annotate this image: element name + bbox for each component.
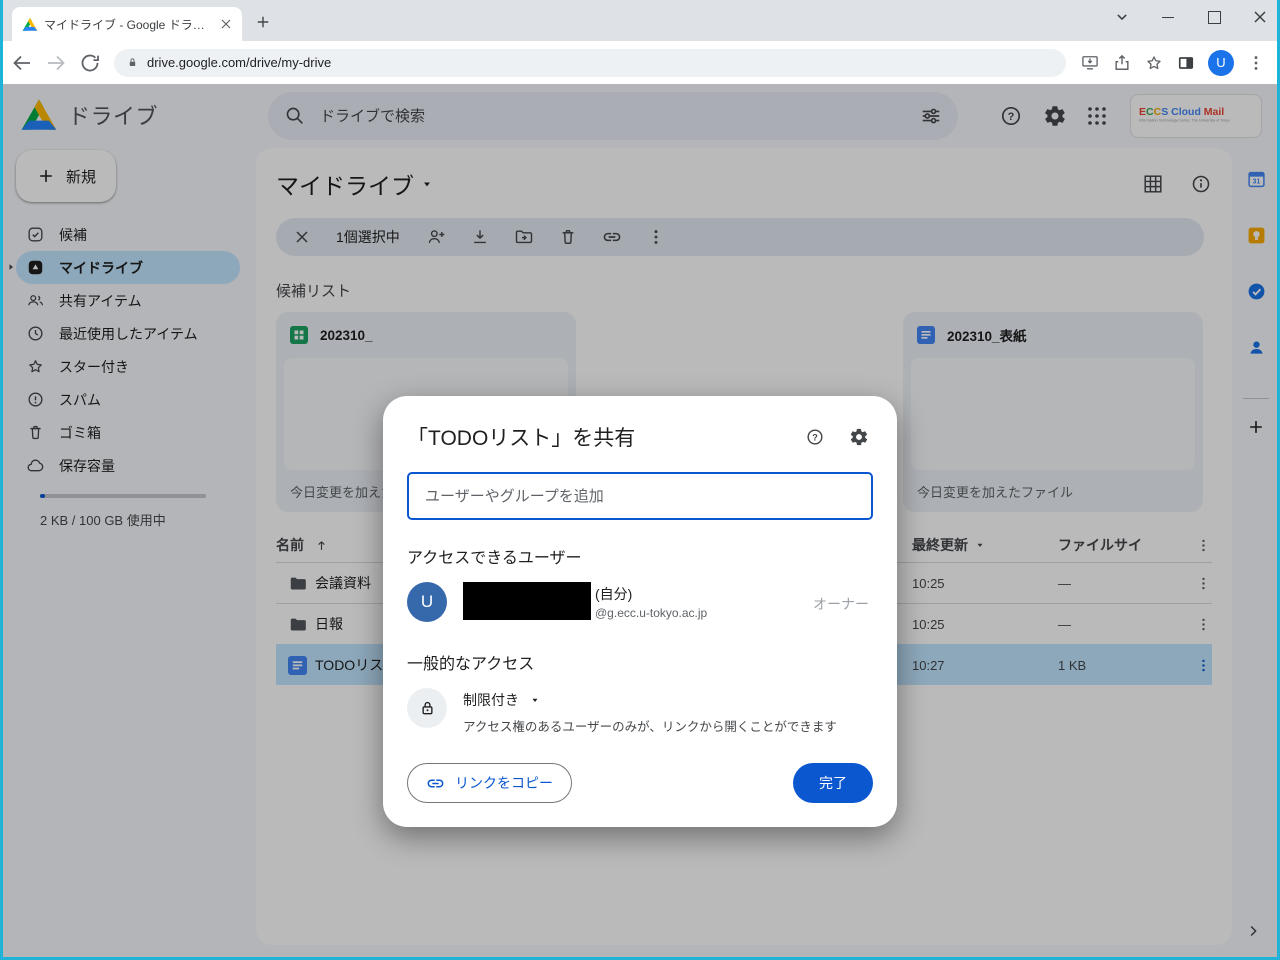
tab-close-icon[interactable] bbox=[218, 16, 234, 32]
back-icon[interactable] bbox=[10, 51, 34, 75]
access-user-row[interactable]: U (自分) @g.ecc.u-tokyo.ac.jp オーナー bbox=[407, 582, 873, 626]
forward-icon[interactable] bbox=[44, 51, 68, 75]
site-security-lock-icon[interactable] bbox=[126, 56, 139, 69]
access-level-dropdown[interactable]: 制限付き bbox=[463, 688, 837, 710]
link-icon bbox=[426, 774, 445, 793]
add-people-field[interactable] bbox=[407, 472, 873, 520]
share-icon[interactable] bbox=[1112, 53, 1132, 73]
access-description: アクセス権のあるユーザーのみが、リンクから開くことができます bbox=[463, 720, 837, 734]
restricted-lock-badge bbox=[407, 688, 447, 728]
copy-link-button[interactable]: リンクをコピー bbox=[407, 763, 572, 803]
share-settings-icon[interactable] bbox=[849, 427, 869, 447]
user-email-domain: @g.ecc.u-tokyo.ac.jp bbox=[595, 606, 708, 620]
reload-icon[interactable] bbox=[78, 51, 102, 75]
window-close-button[interactable] bbox=[1250, 7, 1270, 27]
window-maximize-button[interactable] bbox=[1204, 7, 1224, 27]
general-access-heading: 一般的なアクセス bbox=[407, 656, 535, 673]
new-tab-button[interactable] bbox=[254, 13, 272, 31]
redacted-user-name bbox=[463, 582, 591, 620]
window-menu-chevron-icon[interactable] bbox=[1112, 7, 1132, 27]
window-minimize-button[interactable] bbox=[1158, 7, 1178, 27]
share-dialog: 「TODOリスト」を共有 アクセスできるユーザー U (自分) @g.ecc.u… bbox=[383, 396, 897, 827]
add-people-input[interactable] bbox=[423, 486, 857, 506]
general-access-row: 制限付き アクセス権のあるユーザーのみが、リンクから開くことができます bbox=[407, 688, 873, 735]
url-bar[interactable]: drive.google.com/drive/my-drive bbox=[114, 48, 1066, 77]
user-avatar: U bbox=[407, 582, 447, 622]
share-help-icon[interactable] bbox=[805, 427, 825, 447]
drive-app: ドライブ 新規 候補 マイドライブ 共有アイテム 最近使用したアイテム スター付… bbox=[0, 84, 1280, 957]
caret-down-icon bbox=[529, 694, 541, 706]
user-role-owner: オーナー bbox=[813, 596, 869, 612]
browser-tab[interactable]: マイドライブ - Google ドライブ bbox=[12, 7, 242, 41]
bookmark-star-icon[interactable] bbox=[1144, 53, 1164, 73]
dialog-title: 「TODOリスト」を共有 bbox=[407, 427, 636, 450]
side-panel-icon[interactable] bbox=[1176, 53, 1196, 73]
url-text: drive.google.com/drive/my-drive bbox=[147, 55, 332, 70]
access-level-label: 制限付き bbox=[463, 692, 519, 708]
people-with-access-heading: アクセスできるユーザー bbox=[407, 550, 582, 567]
copy-link-label: リンクをコピー bbox=[455, 775, 553, 791]
user-self-suffix: (自分) bbox=[595, 586, 633, 602]
browser-profile-avatar[interactable]: U bbox=[1208, 49, 1234, 76]
tab-title: マイドライブ - Google ドライブ bbox=[44, 17, 212, 32]
browser-toolbar: drive.google.com/drive/my-drive U bbox=[0, 41, 1280, 84]
lock-icon bbox=[418, 699, 437, 718]
browser-tab-strip: マイドライブ - Google ドライブ bbox=[0, 0, 1280, 41]
install-app-icon[interactable] bbox=[1080, 53, 1100, 73]
done-button[interactable]: 完了 bbox=[793, 763, 873, 803]
browser-menu-icon[interactable] bbox=[1246, 53, 1266, 73]
drive-favicon bbox=[22, 17, 38, 32]
